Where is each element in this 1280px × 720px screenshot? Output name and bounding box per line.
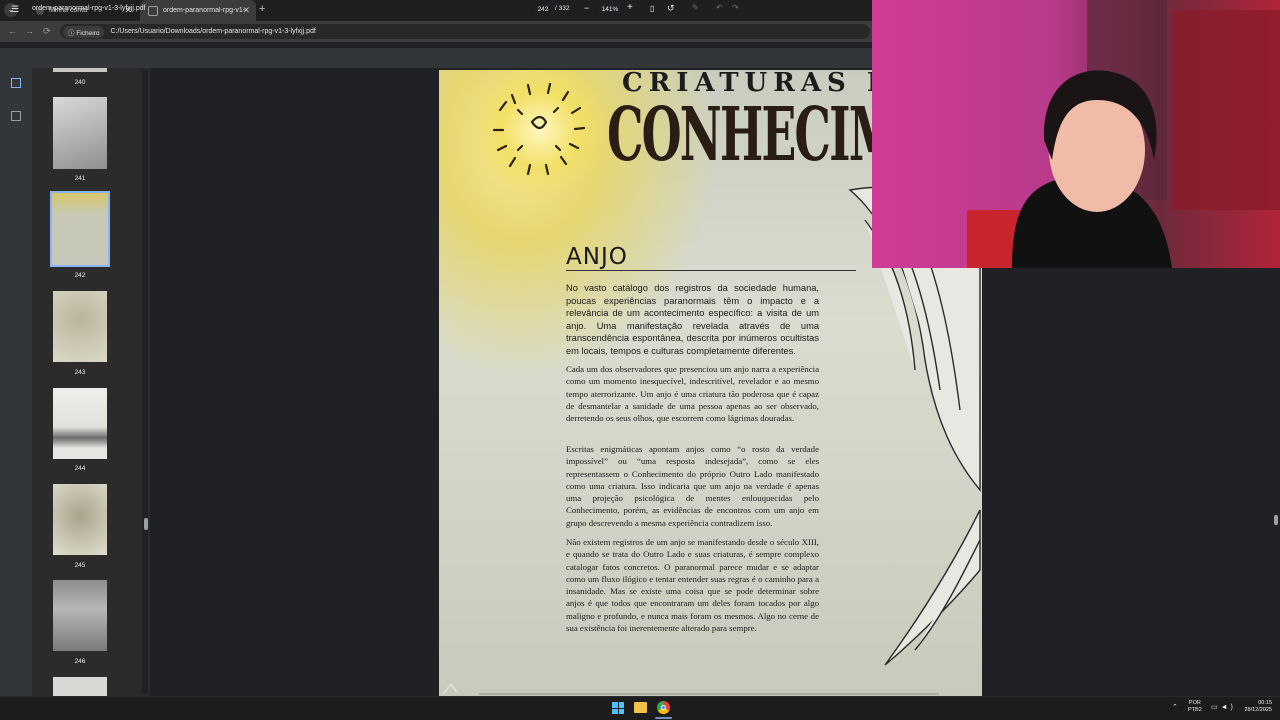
tab-pdf[interactable]: ordem-paranormal-rpg-v1-3-lyfxjj.pdf ✕ xyxy=(140,0,256,21)
close-tab-icon[interactable]: ✕ xyxy=(242,5,250,16)
thumbnail-label: 245 xyxy=(74,562,86,569)
forward-icon[interactable]: → xyxy=(25,26,34,36)
thumbnails-icon[interactable] xyxy=(11,78,21,88)
language-indicator[interactable]: POR PTB2 xyxy=(1188,700,1202,714)
thumbnail-247[interactable] xyxy=(53,677,107,696)
new-tab-button[interactable]: + xyxy=(259,3,265,15)
lang-line2: PTB2 xyxy=(1188,707,1202,713)
sidebar-scrollbar[interactable] xyxy=(142,70,148,694)
zoom-in-button[interactable]: + xyxy=(627,2,633,13)
thumbnail-label: 240 xyxy=(74,79,86,86)
thumbnail-label: 244 xyxy=(74,465,86,472)
thumbnail-label: 242 xyxy=(74,272,86,279)
file-explorer-icon[interactable] xyxy=(634,702,647,713)
lang-line1: POR xyxy=(1188,700,1201,706)
network-icon[interactable]: ▭ xyxy=(1211,704,1221,711)
thumbnail-240[interactable] xyxy=(53,68,107,72)
sidebar-scroll-thumb[interactable] xyxy=(144,518,148,530)
page-number-input[interactable]: 242 xyxy=(535,4,551,15)
thumbnail-label: 241 xyxy=(74,175,86,182)
tab-label: ordem-paranormal-rpg-v1-3-lyfxjj.pdf xyxy=(163,7,245,14)
pdf-title: ordem-paranormal-rpg-v1-3-lyfxjj.pdf xyxy=(32,5,146,12)
section-heading: ANJO xyxy=(566,244,628,270)
intro-paragraph: No vasto catálogo dos registros da socie… xyxy=(566,283,819,356)
zoom-input[interactable]: 141% xyxy=(599,4,621,15)
heading-rule xyxy=(566,270,856,271)
body-paragraph: Não existem registros de um anjo se mani… xyxy=(566,537,819,634)
annotate-icon[interactable]: ✎ xyxy=(692,3,699,12)
body-paragraph: Escritas enigmáticas apontam anjos como … xyxy=(566,444,819,528)
thumbnail-245[interactable] xyxy=(53,484,107,555)
date: 28/12/2025 xyxy=(1244,707,1272,713)
chevron-up-icon[interactable]: ⌃ xyxy=(1172,703,1178,711)
url-text[interactable]: C:/Users/Usuario/Downloads/ordem-paranor… xyxy=(110,28,315,35)
reload-icon[interactable]: ⟳ xyxy=(43,26,51,37)
thumbnail-label: 246 xyxy=(74,658,86,665)
file-chip-label: Ficheiro xyxy=(76,29,100,37)
thumbnail-241[interactable] xyxy=(53,97,107,169)
windows-start-icon[interactable] xyxy=(612,702,624,714)
thumbnail-243[interactable] xyxy=(53,291,107,362)
main-scroll-thumb[interactable] xyxy=(1274,515,1278,525)
system-tray[interactable]: ▭◄) xyxy=(1211,703,1236,711)
time: 00:15 xyxy=(1258,700,1272,706)
webcam-overlay xyxy=(872,0,1280,268)
viewer-background xyxy=(982,268,1272,696)
undo-icon[interactable]: ↶ xyxy=(716,3,723,12)
thumbnail-242[interactable] xyxy=(50,191,110,267)
chrome-icon[interactable] xyxy=(657,701,670,714)
fit-page-icon[interactable]: ▯ xyxy=(650,4,654,13)
active-app-indicator xyxy=(655,717,672,719)
rotate-icon[interactable]: ↺ xyxy=(667,3,675,14)
thumbnail-244[interactable] xyxy=(53,388,107,459)
address-bar[interactable]: ⓘ Ficheiro C:/Users/Usuario/Downloads/or… xyxy=(60,24,870,39)
outline-icon[interactable] xyxy=(11,111,21,121)
sidebar-icon-rail xyxy=(0,68,32,696)
thumbnail-label: 243 xyxy=(74,369,86,376)
file-icon xyxy=(148,5,158,16)
redo-icon[interactable]: ↷ xyxy=(732,3,739,12)
main-scrollbar[interactable] xyxy=(1273,268,1280,696)
body-paragraph: Cada um dos observadores que presenciou … xyxy=(566,364,819,424)
volume-icon[interactable]: ◄) xyxy=(1221,704,1236,711)
zoom-out-button[interactable]: − xyxy=(584,3,589,13)
page-footer-decoration xyxy=(442,683,939,695)
menu-icon[interactable]: ☰ xyxy=(11,4,19,15)
back-icon[interactable]: ← xyxy=(8,26,17,36)
file-chip[interactable]: ⓘ Ficheiro xyxy=(63,25,105,38)
total-pages: / 332 xyxy=(555,5,570,12)
clock[interactable]: 00:15 28/12/2025 xyxy=(1236,700,1272,714)
sigil-sun-illustration xyxy=(470,70,610,200)
thumbnail-246[interactable] xyxy=(53,580,107,651)
